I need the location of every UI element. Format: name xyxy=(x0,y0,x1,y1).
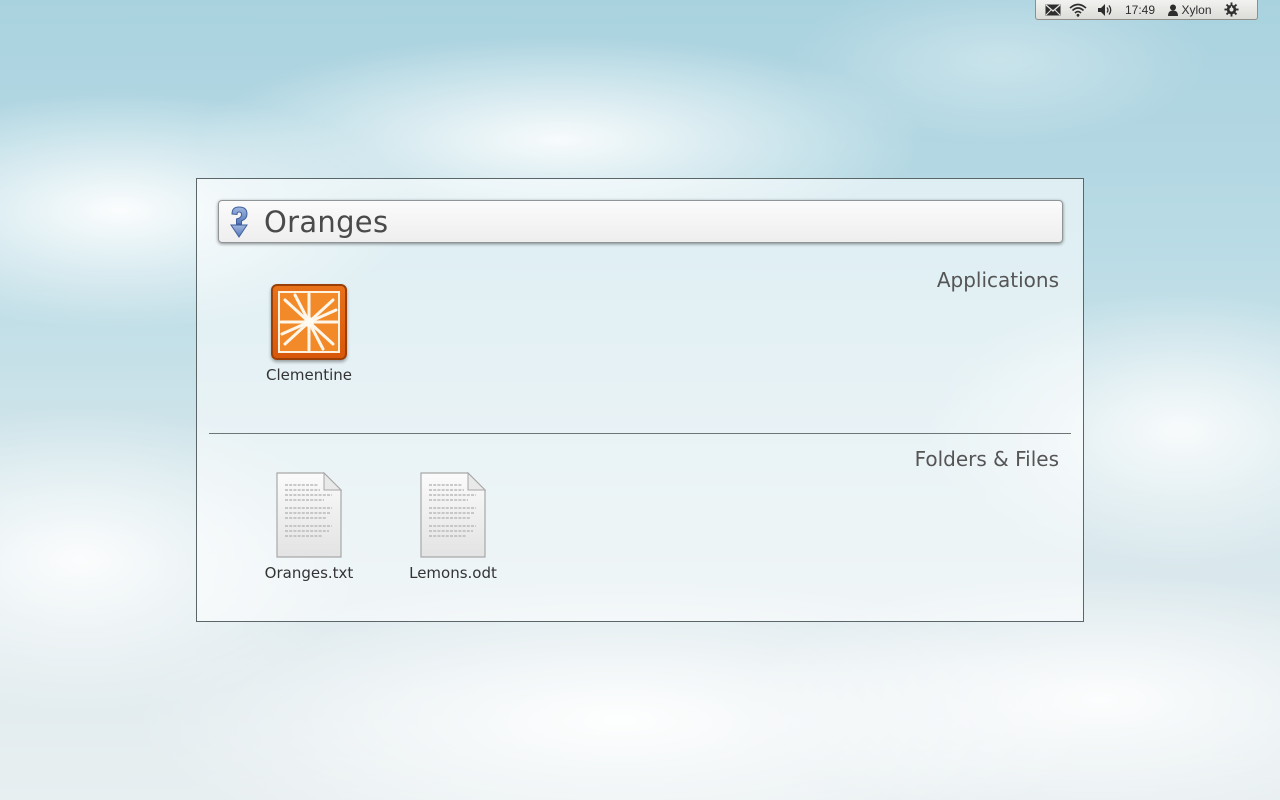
file-tile-oranges[interactable]: Oranges.txt xyxy=(249,471,369,582)
gear-icon[interactable] xyxy=(1220,0,1242,20)
applications-heading: Applications xyxy=(936,268,1059,292)
search-icon[interactable] xyxy=(226,205,252,239)
file-label-oranges: Oranges.txt xyxy=(264,564,354,582)
user-name: Xylon xyxy=(1181,2,1212,17)
section-divider xyxy=(209,433,1071,434)
desktop-background: 17:49 Xylon Oranges Applications Clement… xyxy=(0,0,1280,800)
user-menu[interactable]: Xylon xyxy=(1160,0,1220,20)
clementine-icon xyxy=(271,284,347,360)
app-tile-clementine[interactable]: Clementine xyxy=(249,284,369,384)
top-panel: 17:49 Xylon xyxy=(1035,0,1258,20)
file-label-lemons: Lemons.odt xyxy=(409,564,497,582)
text-document-icon xyxy=(274,471,344,558)
mail-icon[interactable] xyxy=(1042,0,1064,20)
app-label-clementine: Clementine xyxy=(265,366,352,384)
search-input[interactable] xyxy=(262,203,1026,240)
wifi-icon[interactable] xyxy=(1064,0,1092,20)
user-icon xyxy=(1168,4,1179,16)
volume-icon[interactable] xyxy=(1092,0,1120,20)
text-document-icon xyxy=(418,471,488,558)
files-heading: Folders & Files xyxy=(914,447,1059,471)
dash-window: Applications xyxy=(196,178,1084,622)
file-tile-lemons[interactable]: Lemons.odt xyxy=(393,471,513,582)
search-bar[interactable] xyxy=(218,200,1063,243)
clock[interactable]: 17:49 xyxy=(1120,0,1160,20)
